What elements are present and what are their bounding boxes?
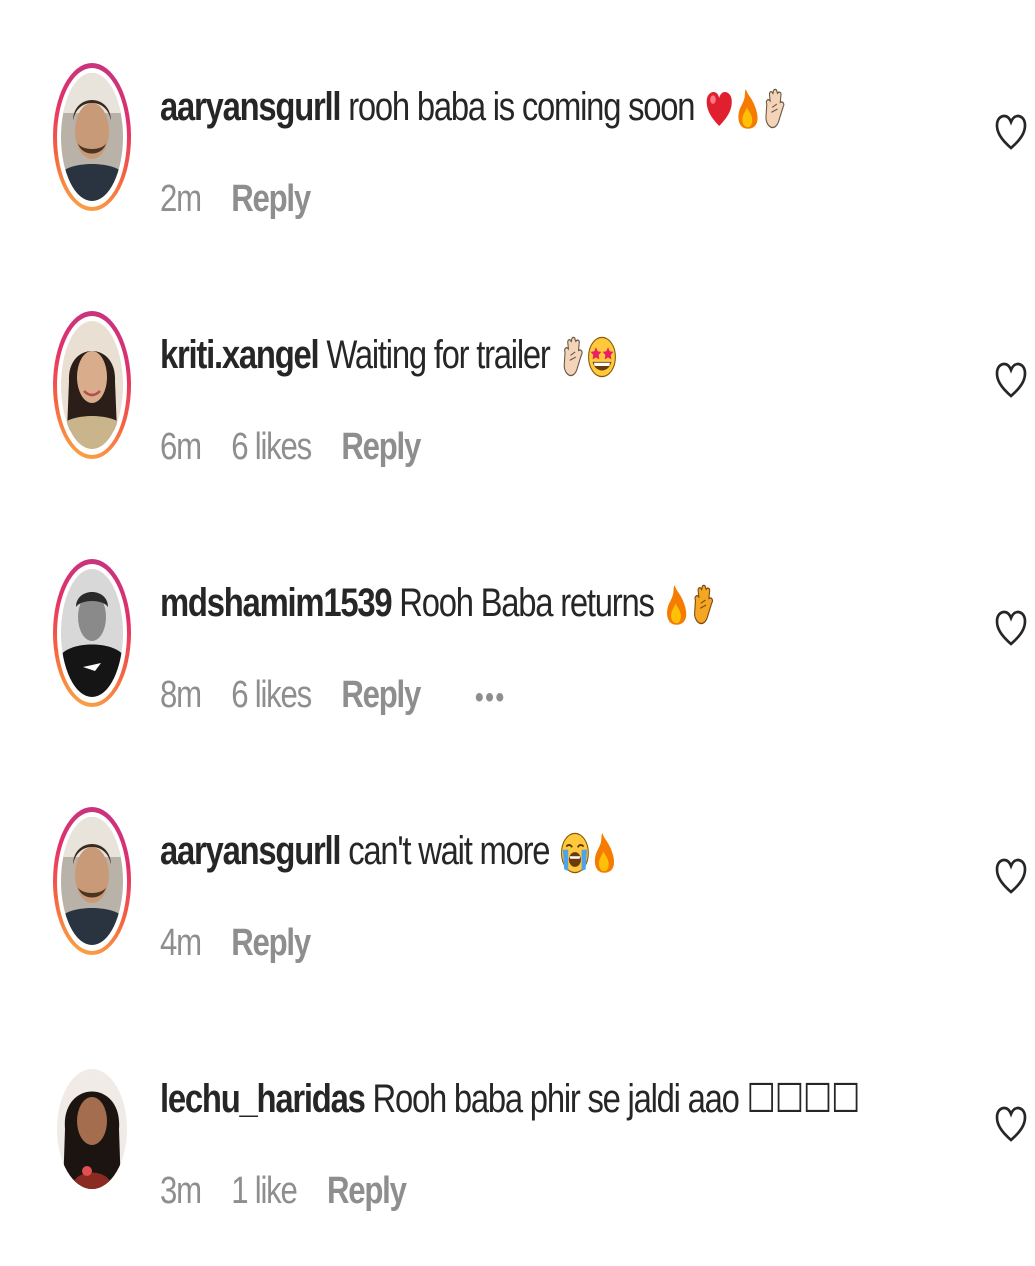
username[interactable]: kriti.xangel (160, 333, 320, 377)
clapping-hand-emoji (691, 582, 714, 628)
avatar-story-ring[interactable] (50, 310, 134, 460)
comment-item: aaryansgurll can't wait more 4m Reply (0, 806, 1035, 1006)
more-options-icon[interactable]: ••• (475, 681, 506, 714)
fire-emoji (665, 582, 688, 628)
comment-time: 6m (160, 426, 202, 468)
clapping-hand-emoji (561, 334, 584, 380)
avatar (61, 321, 123, 449)
like-heart-icon[interactable] (995, 1104, 1027, 1144)
comment-meta: 3m 1 like Reply (160, 1166, 429, 1216)
avatar (61, 569, 123, 697)
comment-time: 2m (160, 178, 202, 220)
comment-text: can't wait more (348, 829, 550, 873)
comment-meta: 8m 6 likes Reply ••• (160, 670, 529, 723)
comment-text-line: lechu_haridas Rooh baba phir se jaldi aa… (160, 1072, 860, 1126)
comment-meta: 2m Reply (160, 174, 333, 224)
like-heart-icon[interactable] (995, 608, 1027, 648)
username[interactable]: lechu_haridas (160, 1077, 366, 1121)
comment-meta: 4m Reply (160, 918, 333, 968)
comment-item: lechu_haridas Rooh baba phir se jaldi aa… (0, 1054, 1035, 1254)
like-count[interactable]: 1 like (231, 1170, 298, 1212)
comment-text-line: aaryansgurll can't wait more (160, 824, 616, 878)
star-struck-emoji (587, 334, 617, 380)
comment-time: 4m (160, 922, 202, 964)
avatar-story-ring[interactable] (50, 558, 134, 708)
like-count[interactable]: 6 likes (231, 674, 312, 716)
comment-time: 3m (160, 1170, 202, 1212)
reply-button[interactable]: Reply (327, 1170, 407, 1212)
fire-emoji (737, 86, 760, 132)
like-heart-icon[interactable] (995, 112, 1027, 152)
avatar[interactable] (50, 1054, 134, 1204)
comment-text: Waiting for trailer (326, 333, 551, 377)
avatar (61, 817, 123, 945)
avatar (61, 73, 123, 201)
comment-text: Rooh Baba returns (399, 581, 655, 625)
like-heart-icon[interactable] (995, 856, 1027, 896)
fire-emoji (593, 830, 616, 876)
comment-text-line: kriti.xangel Waiting for trailer (160, 328, 617, 382)
comment-text-line: mdshamim1539 Rooh Baba returns (160, 576, 714, 630)
avatar-image (57, 1069, 127, 1189)
username[interactable]: mdshamim1539 (160, 581, 393, 625)
reply-button[interactable]: Reply (231, 922, 311, 964)
like-heart-icon[interactable] (995, 360, 1027, 400)
avatar-story-ring[interactable] (50, 806, 134, 956)
comment-item: mdshamim1539 Rooh Baba returns 8m 6 like… (0, 558, 1035, 758)
username[interactable]: aaryansgurll (160, 829, 342, 873)
reply-button[interactable]: Reply (341, 674, 421, 716)
comment-text: rooh baba is coming soon (348, 85, 695, 129)
username[interactable]: aaryansgurll (160, 85, 342, 129)
like-count[interactable]: 6 likes (231, 426, 312, 468)
comment-meta: 6m 6 likes Reply (160, 422, 443, 472)
red-heart-emoji (705, 86, 733, 132)
comment-time: 8m (160, 674, 202, 716)
comment-item: aaryansgurll rooh baba is coming soon 2m… (0, 62, 1035, 262)
comment-item: kriti.xangel Waiting for trailer 6m 6 li… (0, 310, 1035, 510)
reply-button[interactable]: Reply (231, 178, 311, 220)
avatar-story-ring[interactable] (50, 62, 134, 212)
comment-text: Rooh baba phir se jaldi aao ☐☐☐☐ (372, 1077, 860, 1121)
loudly-crying-emoji (560, 830, 590, 876)
clapping-hand-emoji (763, 86, 786, 132)
comment-text-line: aaryansgurll rooh baba is coming soon (160, 80, 786, 134)
reply-button[interactable]: Reply (341, 426, 421, 468)
